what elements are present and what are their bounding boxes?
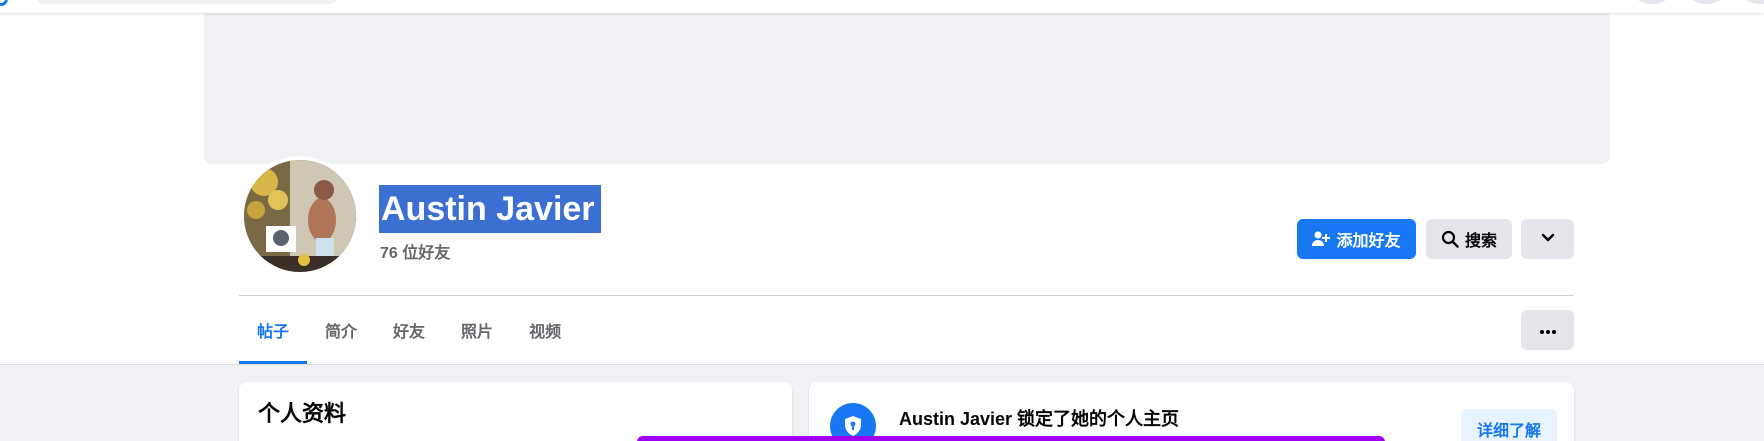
nav-messenger-button[interactable]	[1688, 0, 1724, 4]
search-label: 搜索	[1464, 233, 1497, 250]
ellipsis-icon	[1539, 321, 1556, 339]
tab-friends[interactable]: 好友	[375, 296, 443, 364]
profile-name: Austin Javier	[379, 185, 601, 233]
locked-profile-card: Austin Javier 锁定了她的个人主页 只有她的好友可以看到她在个人主页…	[809, 382, 1574, 441]
learn-more-button[interactable]: 详细了解	[1461, 409, 1557, 441]
profile-tabs: 帖子 简介 好友 照片 视频	[239, 296, 579, 364]
profile-avatar[interactable]	[240, 156, 360, 276]
magnifier-icon	[1441, 230, 1459, 248]
global-search-input[interactable]	[36, 0, 338, 4]
top-navigation-bar	[0, 0, 1764, 13]
add-friend-button[interactable]: 添加好友	[1297, 219, 1416, 259]
tab-photos[interactable]: 照片	[443, 296, 511, 364]
nav-menu-button[interactable]	[1634, 0, 1670, 4]
facebook-logo-icon[interactable]	[0, 0, 8, 6]
intro-card-title: 个人资料	[258, 401, 347, 426]
friend-count[interactable]: 76 位好友	[380, 239, 450, 263]
avatar-photo	[244, 160, 356, 272]
tab-videos[interactable]: 视频	[511, 296, 579, 364]
intro-card: 个人资料	[239, 382, 792, 441]
person-plus-icon	[1312, 231, 1331, 247]
more-options-dropdown[interactable]	[1521, 219, 1574, 259]
profile-search-button[interactable]: 搜索	[1426, 219, 1512, 259]
tabs-more-button[interactable]	[1521, 310, 1574, 350]
chevron-down-icon	[1541, 230, 1555, 248]
tab-about[interactable]: 简介	[307, 296, 375, 364]
overlay-popup-edge	[637, 436, 1385, 441]
tab-posts[interactable]: 帖子	[239, 296, 308, 364]
locked-profile-title: Austin Javier 锁定了她的个人主页	[899, 409, 1180, 429]
cover-photo	[204, 0, 1610, 164]
nav-notifications-button[interactable]	[1742, 0, 1764, 4]
add-friend-label: 添加好友	[1336, 233, 1401, 250]
